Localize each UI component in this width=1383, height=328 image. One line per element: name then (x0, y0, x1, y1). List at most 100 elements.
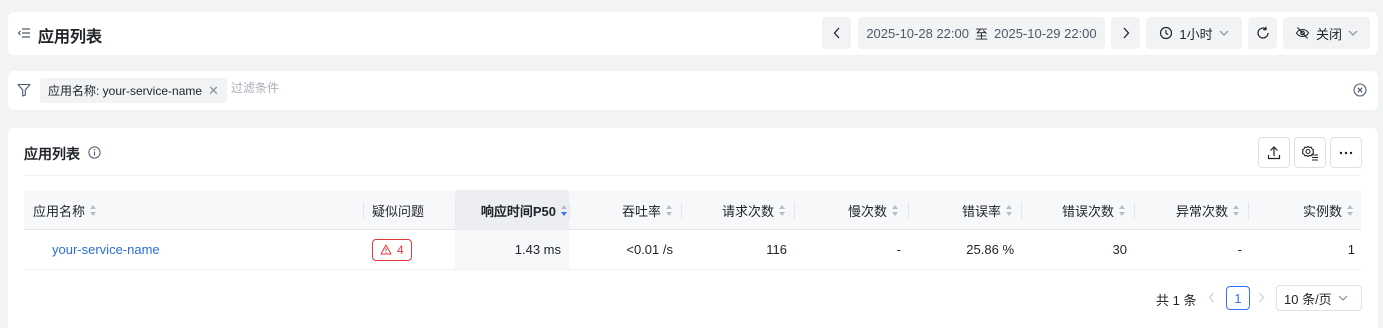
p50-value: 1.43 ms (514, 242, 561, 257)
column-settings-button[interactable] (1294, 137, 1326, 168)
next-range-button[interactable] (1111, 17, 1140, 49)
menu-fold-icon[interactable] (17, 26, 31, 40)
auto-refresh-label: 关闭 (1315, 26, 1342, 42)
more-icon (1339, 151, 1353, 154)
export-button[interactable] (1258, 137, 1290, 168)
errors-value: 30 (1112, 242, 1127, 257)
sort-icon (1233, 204, 1240, 216)
col-issues: 疑似问题 (372, 191, 424, 229)
interval-label: 1小时 (1179, 26, 1213, 42)
col-instances[interactable]: 实例数 (1248, 191, 1354, 229)
instances-cell: 1 (1248, 230, 1355, 269)
sort-icon (892, 204, 899, 216)
eye-off-icon (1295, 27, 1310, 39)
sort-icon (1119, 204, 1126, 216)
throughput-value: <0.01 /s (626, 242, 673, 257)
col-label: 吞吐率 (621, 203, 661, 219)
sort-icon (666, 204, 673, 216)
app-list-panel: 应用列表 应用名称 疑似问题 响应时间P50 吞吐率 请求次数 慢次数 错误率 … (8, 128, 1378, 328)
filter-tag-label: 应用名称: your-service-name (48, 84, 203, 98)
date-separator: 至 (974, 26, 988, 42)
close-icon[interactable]: ✕ (208, 84, 219, 97)
filter-input[interactable] (231, 81, 531, 95)
chevron-down-icon (1348, 30, 1358, 36)
interval-select[interactable]: 1小时 (1146, 17, 1242, 49)
col-label: 错误率 (961, 203, 1001, 219)
exceptions-value: - (1237, 242, 1242, 257)
app-table: 应用名称 疑似问题 响应时间P50 吞吐率 请求次数 慢次数 错误率 错误次数 … (24, 190, 1361, 270)
sort-icon (779, 204, 786, 216)
prev-range-button[interactable] (822, 17, 851, 49)
chevron-down-icon (1338, 295, 1348, 301)
chevron-down-icon (1219, 30, 1229, 36)
clock-icon (1160, 26, 1173, 40)
col-app-name[interactable]: 应用名称 (33, 191, 97, 229)
col-label: 疑似问题 (372, 203, 425, 219)
refresh-icon (1256, 26, 1269, 39)
issues-cell: 4 (372, 230, 412, 269)
table-header: 应用名称 疑似问题 响应时间P50 吞吐率 请求次数 慢次数 错误率 错误次数 … (24, 190, 1361, 230)
col-label: 错误次数 (1061, 203, 1114, 219)
filter-icon (17, 83, 31, 100)
date-end: 2025-10-29 22:00 (994, 25, 1097, 41)
col-label: 慢次数 (847, 203, 887, 219)
instances-value: 1 (1347, 242, 1355, 257)
app-name-link[interactable]: your-service-name (52, 230, 160, 269)
app-name-text[interactable]: your-service-name (52, 242, 160, 257)
col-throughput[interactable]: 吞吐率 (569, 191, 673, 229)
col-errors[interactable]: 错误次数 (1021, 191, 1126, 229)
error-rate-cell: 25.86 % (908, 230, 1014, 269)
auto-refresh-select[interactable]: 关闭 (1283, 17, 1370, 49)
col-exceptions[interactable]: 异常次数 (1134, 191, 1240, 229)
filter-tag[interactable]: 应用名称: your-service-name ✕ (40, 78, 227, 103)
chevron-right-icon[interactable] (1258, 291, 1265, 306)
col-label: 实例数 (1302, 203, 1342, 219)
gear-icon (1301, 145, 1318, 161)
clear-circle-icon[interactable] (1353, 83, 1367, 100)
page-size-label: 10 条/页 (1284, 291, 1332, 307)
refresh-button[interactable] (1248, 17, 1277, 49)
upload-icon (1267, 145, 1281, 159)
more-button[interactable] (1330, 137, 1362, 168)
page-header: 应用列表 2025-10-28 22:00 至 2025-10-29 22:00… (8, 12, 1378, 55)
date-start: 2025-10-28 22:00 (866, 25, 969, 41)
page-title: 应用列表 (38, 29, 103, 46)
col-p50[interactable]: 响应时间P50 (455, 191, 569, 229)
issue-badge[interactable]: 4 (372, 238, 412, 261)
col-label: 响应时间P50 (480, 203, 556, 219)
page-size-select[interactable]: 10 条/页 (1276, 285, 1362, 311)
sort-icon (1006, 204, 1013, 216)
col-slow[interactable]: 慢次数 (794, 191, 899, 229)
section-title: 应用列表 (24, 146, 80, 162)
exceptions-cell: - (1134, 230, 1242, 269)
table-row: your-service-name 4 1.43 ms <0.01 /s 116… (24, 230, 1361, 270)
sort-desc-icon (561, 204, 568, 216)
col-error-rate[interactable]: 错误率 (908, 191, 1013, 229)
requests-cell: 116 (681, 230, 787, 269)
sort-icon (1347, 204, 1354, 216)
divider (24, 175, 1361, 176)
chevron-right-icon (1123, 27, 1129, 39)
slow-cell: - (794, 230, 901, 269)
sort-icon (90, 204, 97, 216)
col-label: 应用名称 (33, 203, 86, 219)
filter-bar: 应用名称: your-service-name ✕ (8, 71, 1378, 110)
issue-count: 4 (397, 242, 404, 257)
requests-value: 116 (766, 242, 787, 257)
page-button-1[interactable]: 1 (1226, 286, 1250, 310)
warning-icon (380, 244, 392, 255)
chevron-left-icon[interactable] (1208, 291, 1215, 306)
col-label: 异常次数 (1175, 203, 1228, 219)
info-icon[interactable] (88, 146, 101, 162)
col-label: 请求次数 (721, 203, 774, 219)
date-range-picker[interactable]: 2025-10-28 22:00 至 2025-10-29 22:00 (858, 17, 1105, 49)
total-count: 共 1 条 (1156, 293, 1197, 308)
throughput-cell: <0.01 /s (569, 230, 673, 269)
p50-cell: 1.43 ms (455, 230, 561, 269)
error-rate-value: 25.86 % (966, 242, 1014, 257)
errors-cell: 30 (1021, 230, 1127, 269)
chevron-left-icon (833, 27, 839, 39)
column-divider (363, 202, 364, 219)
slow-value: - (896, 242, 901, 257)
col-requests[interactable]: 请求次数 (681, 191, 786, 229)
